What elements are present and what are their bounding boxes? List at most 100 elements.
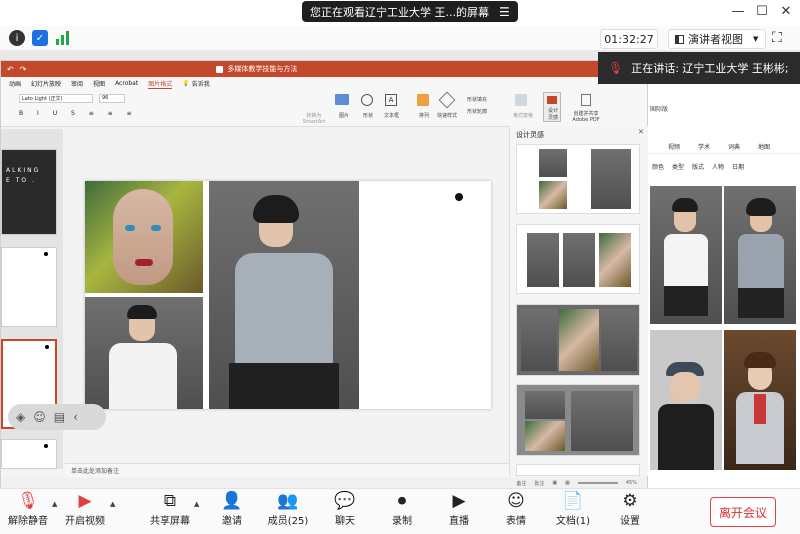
shared-screen: 国际版 视频 学术 词典 地图 颜色 类型 版式 人物 日期 ↶ ↷ 多媒体教学… (0, 50, 800, 488)
design-option[interactable] (516, 224, 640, 294)
slide-thumbnail[interactable] (1, 439, 57, 469)
invite-icon: 👤 (221, 491, 243, 511)
members-button[interactable]: 👥 成员(25) (258, 490, 318, 527)
textbox-label[interactable]: 文本框 (384, 112, 399, 119)
maximize-button[interactable]: ☐ (752, 4, 772, 19)
slide-photo-man-white-shirt[interactable] (85, 297, 203, 409)
fullscreen-icon[interactable]: ⛶ (772, 30, 782, 46)
collapse-icon[interactable]: ‹ (73, 410, 78, 424)
font-size-select[interactable]: 96 (99, 94, 125, 103)
filter-color[interactable]: 颜色 (652, 162, 664, 174)
viewing-banner-text: 您正在观看辽宁工业大学 王...的屏幕 (310, 5, 489, 19)
signal-icon[interactable] (55, 31, 71, 45)
tab-view[interactable]: 视图 (93, 79, 105, 88)
start-video-label: 开启视频 (65, 516, 105, 527)
text-format-icons[interactable]: B I U S ≡ ≡ ≡ (19, 110, 138, 117)
record-button[interactable]: ⏺ 录制 (372, 490, 432, 527)
emoji-button[interactable]: ☺ 表情 (486, 490, 546, 527)
notes-toggle[interactable]: 备注 (516, 480, 526, 487)
slide-thumbnail[interactable] (1, 247, 57, 327)
convert-smartart-label[interactable]: 转换为 SmartArt (297, 112, 331, 125)
slide-dot (455, 193, 463, 201)
settings-button[interactable]: ⚙ 设置 (600, 490, 660, 527)
view-normal-icon[interactable]: ▣ (552, 480, 557, 486)
tab-acrobat[interactable]: Acrobat (115, 80, 138, 87)
browser-nav-item[interactable]: 视频 (668, 142, 680, 153)
start-video-button[interactable]: ▶ 开启视频 (55, 490, 115, 527)
quick-styles-label[interactable]: 快速样式 (437, 112, 457, 119)
leave-meeting-button[interactable]: 离开会议 (710, 497, 776, 527)
video-off-icon: ▶ (78, 491, 92, 511)
unmute-button[interactable]: 🎙 解除静音 (0, 490, 58, 527)
comments-toggle[interactable]: 批注 (534, 480, 544, 487)
floating-toolbar: ◈ ☺ ▤ ‹ (8, 404, 106, 430)
shape-outline-label[interactable]: 形状轮廓 (467, 108, 487, 115)
view-sorter-icon[interactable]: ▦ (565, 480, 570, 486)
design-option[interactable] (516, 304, 640, 376)
viewing-banner[interactable]: 您正在观看辽宁工业大学 王...的屏幕 ☰ (302, 1, 518, 22)
pdf-icon[interactable] (581, 94, 591, 106)
picture-icon[interactable] (335, 94, 349, 105)
share-screen-button[interactable]: ⧉ 共享屏幕 (140, 490, 200, 527)
filter-people[interactable]: 人物 (712, 162, 724, 174)
tab-tell-me[interactable]: 告诉我 (192, 79, 210, 88)
hamburger-icon[interactable]: ☰ (499, 5, 510, 19)
shapes-icon[interactable] (361, 94, 373, 106)
image-result[interactable] (650, 186, 722, 324)
slide-canvas[interactable] (85, 181, 491, 409)
format-pane-icon[interactable] (515, 94, 527, 106)
design-option[interactable] (516, 384, 640, 456)
chat-icon[interactable]: ▤ (54, 410, 65, 424)
zoom-slider[interactable] (577, 482, 618, 484)
format-pane-label[interactable]: 格式窗格 (513, 112, 533, 119)
tab-animation[interactable]: 动画 (9, 79, 21, 88)
browser-filters: 颜色 类型 版式 人物 日期 (648, 162, 800, 174)
chat-button[interactable]: 💬 聊天 (315, 490, 375, 527)
arrange-label[interactable]: 排列 (419, 112, 429, 119)
invite-button[interactable]: 👤 邀请 (202, 490, 262, 527)
video-options-caret[interactable]: ▲ (110, 500, 115, 508)
shape-fill-label[interactable]: 形状填充 (467, 96, 487, 103)
slide-photo-woman[interactable] (85, 181, 203, 293)
browser-nav-item[interactable]: 词典 (728, 142, 740, 153)
apps-icon[interactable]: ◈ (16, 410, 25, 424)
font-select[interactable]: Lato Light (正文) (19, 94, 93, 103)
quick-styles-icon[interactable] (438, 91, 456, 109)
share-options-caret[interactable]: ▲ (194, 500, 199, 508)
filter-type[interactable]: 类型 (672, 162, 684, 174)
arrange-icon[interactable] (417, 94, 429, 106)
shield-icon[interactable]: ✓ (32, 30, 48, 46)
info-icon[interactable]: i (9, 30, 25, 46)
notes-area[interactable]: 单击此处添加备注 (65, 463, 509, 477)
image-result[interactable] (724, 330, 796, 470)
image-result[interactable] (650, 330, 722, 470)
browser-nav: 视频 学术 词典 地图 (648, 142, 800, 154)
emoji-icon[interactable]: ☺ (33, 410, 46, 424)
create-pdf-label[interactable]: 创建并共享 Adobe PDF (569, 110, 603, 123)
close-button[interactable]: ✕ (776, 4, 796, 19)
browser-nav-item[interactable]: 学术 (698, 142, 710, 153)
tab-picture-format[interactable]: 图片格式 (148, 79, 173, 89)
minimize-button[interactable]: — (728, 4, 748, 19)
speaker-view-button[interactable]: 演讲者视图 ▼ (668, 29, 766, 49)
documents-button[interactable]: 📄 文档(1) (543, 490, 603, 527)
redo-icon[interactable]: ↷ (20, 65, 27, 74)
slide-photo-man-seated[interactable] (209, 181, 359, 409)
tab-review[interactable]: 审阅 (71, 79, 83, 88)
filter-date[interactable]: 日期 (732, 162, 744, 174)
design-ideas-button[interactable]: 设计 灵感 (543, 92, 561, 122)
live-button[interactable]: ▶ 直播 (429, 490, 489, 527)
textbox-icon[interactable]: A (385, 94, 397, 106)
slide-thumbnail[interactable]: ALKING E TO . (1, 149, 57, 235)
picture-label[interactable]: 图片 (339, 112, 349, 119)
filter-layout[interactable]: 版式 (692, 162, 704, 174)
invite-label: 邀请 (222, 516, 242, 527)
tab-slideshow[interactable]: 幻灯片放映 (31, 79, 61, 88)
close-icon[interactable]: ✕ (638, 128, 644, 136)
design-option[interactable] (516, 144, 640, 214)
shapes-label[interactable]: 形状 (363, 112, 373, 119)
design-option[interactable] (516, 464, 640, 476)
undo-icon[interactable]: ↶ (7, 65, 14, 74)
browser-nav-item[interactable]: 地图 (758, 142, 770, 153)
image-result[interactable] (724, 186, 796, 324)
